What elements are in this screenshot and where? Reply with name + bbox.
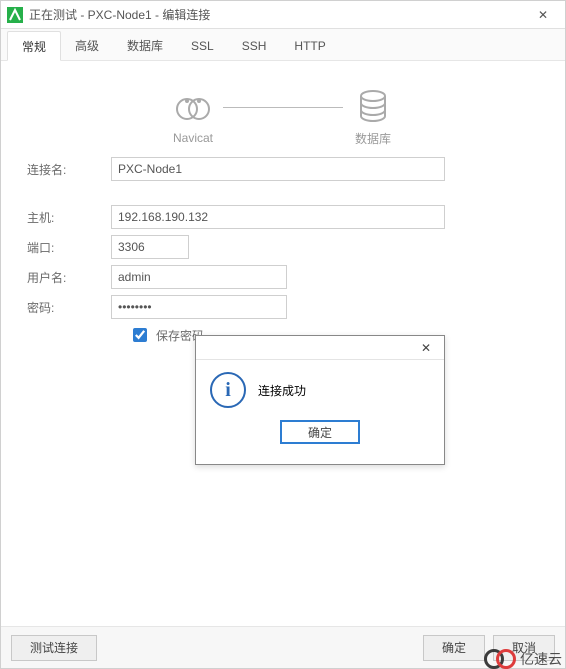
footer: 测试连接 确定 取消 — [1, 626, 565, 668]
diagram-navicat-label: Navicat — [173, 131, 213, 145]
info-icon: i — [210, 372, 246, 408]
close-icon: ✕ — [421, 341, 431, 355]
diagram-navicat: Navicat — [173, 87, 213, 145]
tab-ssh[interactable]: SSH — [228, 31, 281, 61]
input-username[interactable] — [111, 265, 287, 289]
form: 连接名: 主机: 端口: 用户名: 密码: 保存密码 — [9, 157, 557, 345]
row-password: 密码: — [27, 295, 539, 319]
tab-advanced[interactable]: 高级 — [61, 31, 113, 61]
ok-button[interactable]: 确定 — [423, 635, 485, 661]
input-host[interactable] — [111, 205, 445, 229]
close-button[interactable]: ✕ — [521, 1, 565, 29]
label-host: 主机: — [27, 209, 111, 226]
diagram-database-label: 数据库 — [355, 130, 391, 147]
test-connection-button[interactable]: 测试连接 — [11, 635, 97, 661]
tab-general[interactable]: 常规 — [7, 31, 61, 61]
dialog-message: 连接成功 — [258, 382, 306, 399]
label-password: 密码: — [27, 299, 111, 316]
dialog-ok-button[interactable]: 确定 — [280, 420, 360, 444]
titlebar: 正在测试 - PXC-Node1 - 编辑连接 ✕ — [1, 1, 565, 29]
row-port: 端口: — [27, 235, 539, 259]
watermark-icon — [484, 649, 516, 669]
close-icon: ✕ — [538, 8, 548, 22]
row-username: 用户名: — [27, 265, 539, 289]
tab-database[interactable]: 数据库 — [113, 31, 177, 61]
tabs: 常规 高级 数据库 SSL SSH HTTP — [1, 29, 565, 61]
window-title: 正在测试 - PXC-Node1 - 编辑连接 — [29, 6, 210, 23]
label-connection-name: 连接名: — [27, 161, 111, 178]
tab-http[interactable]: HTTP — [280, 31, 339, 61]
dialog-titlebar: ✕ — [196, 336, 444, 360]
watermark: 亿速云 — [484, 649, 562, 669]
input-port[interactable] — [111, 235, 189, 259]
database-icon — [353, 86, 393, 126]
row-host: 主机: — [27, 205, 539, 229]
diagram-database: 数据库 — [353, 86, 393, 147]
dialog-connection-result: ✕ i 连接成功 确定 — [195, 335, 445, 465]
app-icon — [7, 7, 23, 23]
input-connection-name[interactable] — [111, 157, 445, 181]
tab-ssl[interactable]: SSL — [177, 31, 228, 61]
navicat-logo-icon — [173, 87, 213, 127]
dialog-body: i 连接成功 — [196, 360, 444, 420]
row-connection-name: 连接名: — [27, 157, 539, 181]
dialog-close-button[interactable]: ✕ — [408, 336, 444, 359]
connection-diagram: Navicat 数据库 — [9, 75, 557, 157]
watermark-text: 亿速云 — [520, 649, 562, 669]
dialog-footer: 确定 — [196, 420, 444, 454]
checkbox-save-password[interactable] — [133, 328, 147, 342]
input-password[interactable] — [111, 295, 287, 319]
label-port: 端口: — [27, 239, 111, 256]
label-username: 用户名: — [27, 269, 111, 286]
diagram-line — [223, 107, 343, 108]
